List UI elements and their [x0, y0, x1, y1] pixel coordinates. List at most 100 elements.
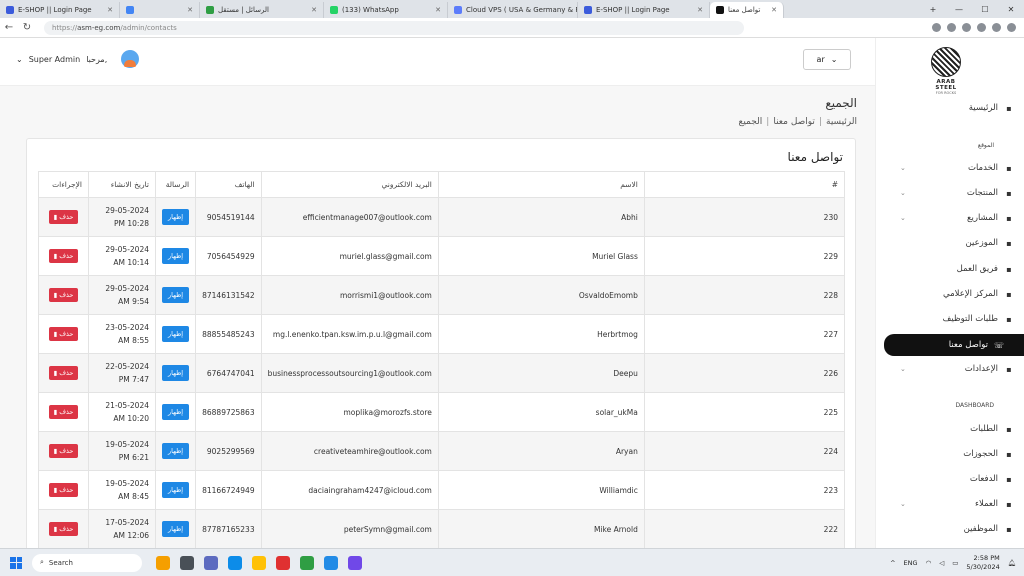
reload-icon[interactable]: ↻ [18, 19, 36, 37]
breadcrumb-home[interactable]: الرئيسية [826, 117, 857, 127]
zoom-icon[interactable] [947, 23, 956, 32]
tab-close-icon[interactable]: ✕ [765, 6, 777, 14]
breadcrumb-contacts[interactable]: تواصل معنا [773, 117, 815, 127]
delete-button[interactable]: ▮ حذف [48, 327, 79, 341]
star-icon[interactable] [962, 23, 971, 32]
new-tab-button[interactable]: + [920, 0, 946, 18]
logo[interactable]: ARAB STEEL FOR ROCKS [928, 47, 964, 95]
profile-icon[interactable] [992, 23, 1001, 32]
sidebar-dash-item-3[interactable]: ⌄ العملاء ▪ [884, 495, 1014, 513]
created-cell: 17-05-2024 AM 12:06 [88, 509, 156, 548]
extension-icon[interactable] [977, 23, 986, 32]
sidebar-item-home[interactable]: الرئيسية ▪ [884, 99, 1014, 117]
sidebar-dash-item-0[interactable]: الطلبات ▪ [884, 420, 1014, 438]
breadcrumb-all: الجميع [738, 117, 763, 127]
col-message: الرسالة [154, 171, 197, 198]
widgets-icon[interactable] [156, 555, 170, 570]
teams-icon[interactable] [204, 555, 218, 570]
page: ⌄ Super Admin مرحبا, ar ⌄ الجميع الرئيسي… [0, 38, 1024, 548]
url-input[interactable]: https://asm-eg.com/admin/contacts [44, 20, 744, 35]
store-icon[interactable] [276, 555, 290, 570]
name-cell: Mike Arnold [437, 509, 645, 548]
maximize-button[interactable]: ☐ [972, 0, 998, 18]
vscode-icon[interactable] [324, 555, 338, 570]
sidebar-dash-item-1[interactable]: الحجوزات ▪ [884, 445, 1014, 463]
delete-button[interactable]: ▮ حذف [48, 210, 79, 224]
excel-icon[interactable] [300, 555, 314, 570]
tab-title: الرسائل | مستقل [218, 6, 269, 14]
input-language[interactable]: ENG [904, 559, 918, 567]
delete-button[interactable]: ▮ حذف [48, 483, 79, 497]
show-message-button[interactable]: إظهار [162, 443, 190, 459]
browser-tab[interactable]: تواصل معنا ✕ [710, 2, 784, 18]
browser-tab[interactable]: (133) WhatsApp ✕ [324, 2, 448, 18]
sidebar-item-6[interactable]: طلبات التوظيف ▪ [884, 310, 1014, 328]
browser-tab[interactable]: الرسائل | مستقل ✕ [200, 2, 324, 18]
page-title: الجميع [825, 96, 857, 110]
browser-tab[interactable]: ✕ [120, 2, 200, 18]
visual-studio-icon[interactable] [348, 555, 362, 570]
table-row: ▮ حذف 19-05-2024 AM 8:45 إظهار 81166724949 da… [38, 470, 846, 510]
tab-close-icon[interactable]: ✕ [429, 6, 441, 14]
sidebar-item-7[interactable]: تواصل معنا ☏ [884, 334, 1024, 356]
show-hidden-icon[interactable]: ^ [890, 559, 895, 567]
browser-tab[interactable]: Cloud VPS ( USA & Germany & F✕ [448, 2, 578, 18]
show-message-button[interactable]: إظهار [162, 482, 190, 498]
translate-icon[interactable] [932, 23, 941, 32]
table-row: ▮ حذف 29-05-2024 AM 10:14 إظهار 7056454929 mu… [38, 236, 846, 276]
created-cell: 29-05-2024 AM 10:14 [88, 236, 156, 276]
show-message-button[interactable]: إظهار [162, 365, 190, 381]
tab-close-icon[interactable]: ✕ [305, 6, 317, 14]
tab-title: (133) WhatsApp [342, 6, 399, 14]
show-message-button[interactable]: إظهار [162, 287, 190, 303]
tab-close-icon[interactable]: ✕ [101, 6, 113, 14]
explorer-icon[interactable] [252, 555, 266, 570]
sidebar-item-2[interactable]: ⌄ المشاريع ▪ [884, 209, 1014, 227]
delete-button[interactable]: ▮ حذف [48, 288, 79, 302]
email-cell: muriel.glass@gmail.com [260, 236, 439, 276]
wifi-icon[interactable]: ◠ [926, 559, 932, 567]
show-message-button[interactable]: إظهار [162, 521, 190, 537]
battery-icon[interactable]: ▭ [952, 559, 958, 567]
tab-title: E-SHOP || Login Page [18, 6, 92, 14]
tab-close-icon[interactable]: ✕ [181, 6, 193, 14]
back-icon[interactable]: ← [0, 19, 18, 37]
show-message-button[interactable]: إظهار [162, 209, 190, 225]
tab-favicon-icon [330, 6, 338, 14]
close-window-button[interactable]: ✕ [998, 0, 1024, 18]
sidebar-item-5[interactable]: المركز الإعلامي ▪ [884, 285, 1014, 303]
language-select[interactable]: ar ⌄ [803, 49, 851, 70]
sidebar-item-4[interactable]: فريق العمل ▪ [884, 260, 1014, 278]
phone-cell: 6764747041 [195, 353, 262, 393]
edge-icon[interactable] [228, 555, 242, 570]
start-button[interactable] [10, 556, 22, 569]
sidebar-item-3[interactable]: الموزعين ▪ [884, 234, 1014, 252]
task-view-icon[interactable] [180, 555, 194, 570]
table-row: ▮ حذف 21-05-2024 AM 10:20 إظهار 86889725863 m… [38, 392, 846, 432]
show-message-button[interactable]: إظهار [162, 404, 190, 420]
notification-icon[interactable]: 🔔︎ [1008, 559, 1016, 567]
delete-button[interactable]: ▮ حذف [48, 522, 79, 536]
sidebar-dash-item-2[interactable]: الدفعات ▪ [884, 470, 1014, 488]
delete-button[interactable]: ▮ حذف [48, 444, 79, 458]
minimize-button[interactable]: — [946, 0, 972, 18]
taskbar-search[interactable]: ⌕ Search [32, 553, 142, 572]
user-menu[interactable]: ⌄ Super Admin مرحبا, [16, 50, 140, 68]
show-message-button[interactable]: إظهار [162, 248, 190, 264]
clock[interactable]: 2:58 PM 5/30/2024 [966, 554, 999, 572]
delete-button[interactable]: ▮ حذف [48, 405, 79, 419]
menu-icon[interactable] [1007, 23, 1016, 32]
browser-tab[interactable]: E-SHOP || Login Page ✕ [578, 2, 710, 18]
sidebar-dash-item-4[interactable]: الموظفين ▪ [884, 520, 1014, 538]
tab-favicon-icon [454, 6, 462, 14]
delete-button[interactable]: ▮ حذف [48, 249, 79, 263]
list-icon: ▪ [1006, 163, 1012, 173]
sidebar-item-8[interactable]: ⌄ الإعدادات ▪ [884, 360, 1014, 378]
volume-icon[interactable]: ◁ [939, 559, 944, 567]
sidebar-item-1[interactable]: ⌄ المنتجات ▪ [884, 184, 1014, 202]
browser-tab[interactable]: E-SHOP || Login Page ✕ [0, 2, 120, 18]
show-message-button[interactable]: إظهار [162, 326, 190, 342]
sidebar-item-0[interactable]: ⌄ الخدمات ▪ [884, 159, 1014, 177]
delete-button[interactable]: ▮ حذف [48, 366, 79, 380]
tab-close-icon[interactable]: ✕ [691, 6, 703, 14]
